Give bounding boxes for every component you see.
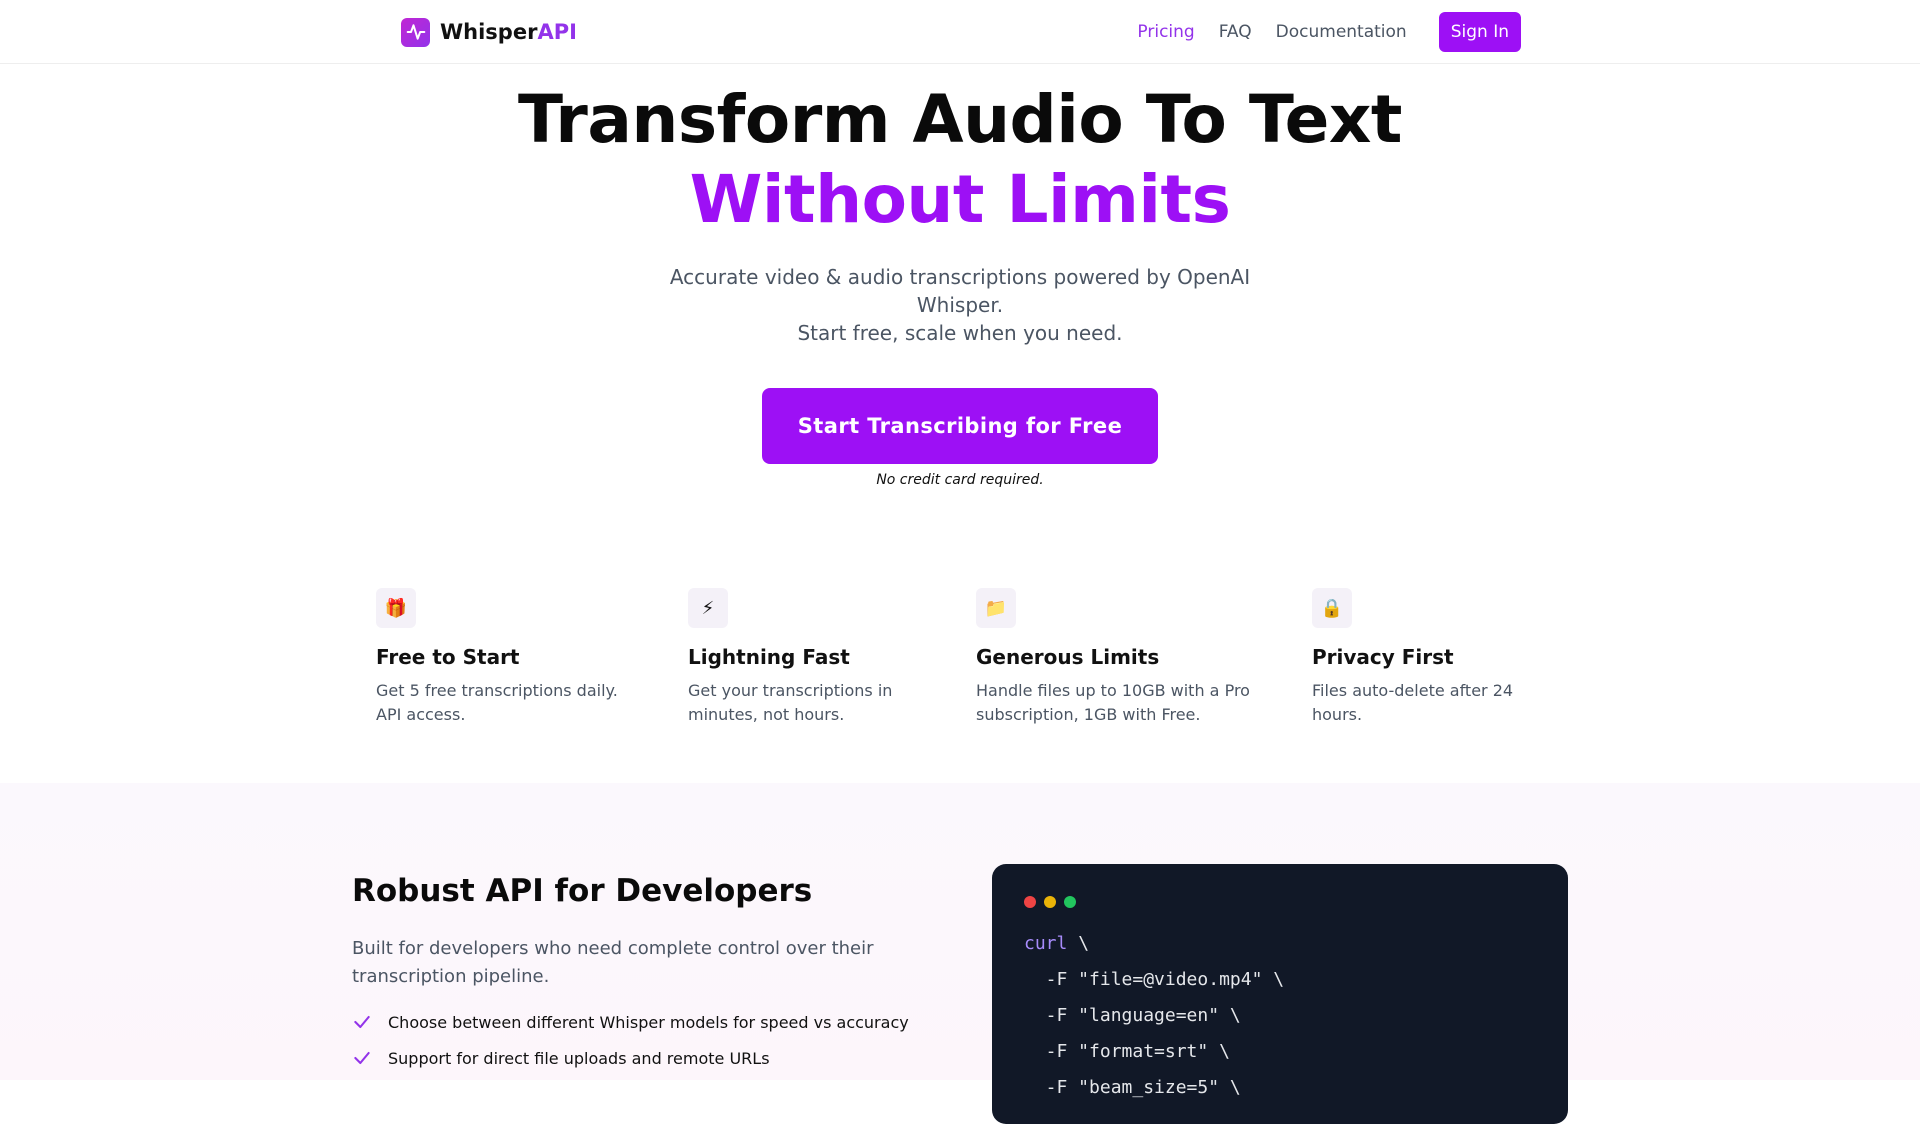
logo-text-prefix: Whisper [440, 20, 538, 44]
nav-link-pricing[interactable]: Pricing [1137, 22, 1194, 42]
dev-feature-list: Choose between different Whisper models … [352, 1004, 909, 1076]
code-block: curl \ -F "file=@video.mp4" \ -F "langua… [1024, 926, 1284, 1106]
code-command: curl [1024, 933, 1068, 954]
feature-generous-limits: 📁 Generous Limits Handle files up to 10G… [976, 588, 1276, 727]
window-dots [1024, 896, 1076, 908]
feature-title: Privacy First [1312, 645, 1454, 669]
list-item-text: Choose between different Whisper models … [388, 1012, 909, 1032]
gift-icon: 🎁 [376, 588, 416, 628]
dev-section-desc: Built for developers who need complete c… [352, 938, 874, 987]
feature-privacy-first: 🔒 Privacy First Files auto-delete after … [1312, 588, 1542, 727]
list-item: Support for direct file uploads and remo… [352, 1040, 909, 1076]
hero-title-line2: Without Limits [689, 161, 1231, 238]
feature-desc: Handle files up to 10GB with a Pro subsc… [976, 681, 1250, 724]
code-line: -F "beam_size=5" \ [1024, 1077, 1241, 1098]
lock-icon: 🔒 [1312, 588, 1352, 628]
sign-in-button[interactable]: Sign In [1438, 12, 1521, 52]
developer-section: Robust API for Developers Built for deve… [0, 783, 1920, 1124]
feature-title: Generous Limits [976, 645, 1160, 669]
list-item-text: Support for direct file uploads and remo… [388, 1048, 770, 1068]
feature-desc: Get 5 free transcriptions daily. API acc… [376, 681, 618, 724]
top-nav: WhisperAPI Pricing FAQ Documentation Sig… [0, 0, 1920, 64]
feature-title: Lightning Fast [688, 645, 850, 669]
code-example-card: curl \ -F "file=@video.mp4" \ -F "langua… [992, 864, 1568, 1124]
feature-desc: Get your transcriptions in minutes, not … [688, 681, 893, 724]
feature-desc: Files auto-delete after 24 hours. [1312, 681, 1514, 724]
hero-subtitle: Accurate video & audio transcriptions po… [660, 263, 1260, 347]
hero-subtitle-line1: Accurate video & audio transcriptions po… [669, 265, 1251, 317]
feature-title: Free to Start [376, 645, 520, 669]
check-icon [354, 1051, 370, 1065]
logo-link[interactable]: WhisperAPI [401, 16, 577, 48]
yellow-dot-icon [1044, 896, 1056, 908]
feature-free-to-start: 🎁 Free to Start Get 5 free transcription… [376, 588, 626, 727]
dev-section-title: Robust API for Developers [352, 873, 813, 909]
code-line: -F "language=en" \ [1024, 1005, 1241, 1026]
lightning-icon: ⚡ [688, 588, 728, 628]
nav-link-documentation[interactable]: Documentation [1276, 22, 1407, 42]
hero-subtitle-line2: Start free, scale when you need. [797, 321, 1123, 345]
feature-lightning-fast: ⚡ Lightning Fast Get your transcriptions… [688, 588, 928, 727]
logo-text-accent: API [537, 20, 577, 44]
green-dot-icon [1064, 896, 1076, 908]
nav-link-faq[interactable]: FAQ [1219, 22, 1252, 42]
check-icon [354, 1015, 370, 1029]
list-item: Choose between different Whisper models … [352, 1004, 909, 1040]
hero-title: Transform Audio To Text Without Limits [0, 80, 1920, 240]
code-line: -F "file=@video.mp4" \ [1024, 969, 1285, 990]
code-line: \ [1067, 933, 1090, 954]
start-transcribing-button[interactable]: Start Transcribing for Free [762, 388, 1158, 464]
hero-title-line1: Transform Audio To Text [518, 81, 1402, 158]
red-dot-icon [1024, 896, 1036, 908]
no-credit-card-note: No credit card required. [876, 472, 1044, 488]
nav-links: Pricing FAQ Documentation Sign In [1137, 12, 1521, 52]
logo-text: WhisperAPI [440, 20, 577, 44]
waveform-icon [401, 17, 430, 47]
code-line: -F "format=srt" \ [1024, 1041, 1230, 1062]
folder-icon: 📁 [976, 588, 1016, 628]
